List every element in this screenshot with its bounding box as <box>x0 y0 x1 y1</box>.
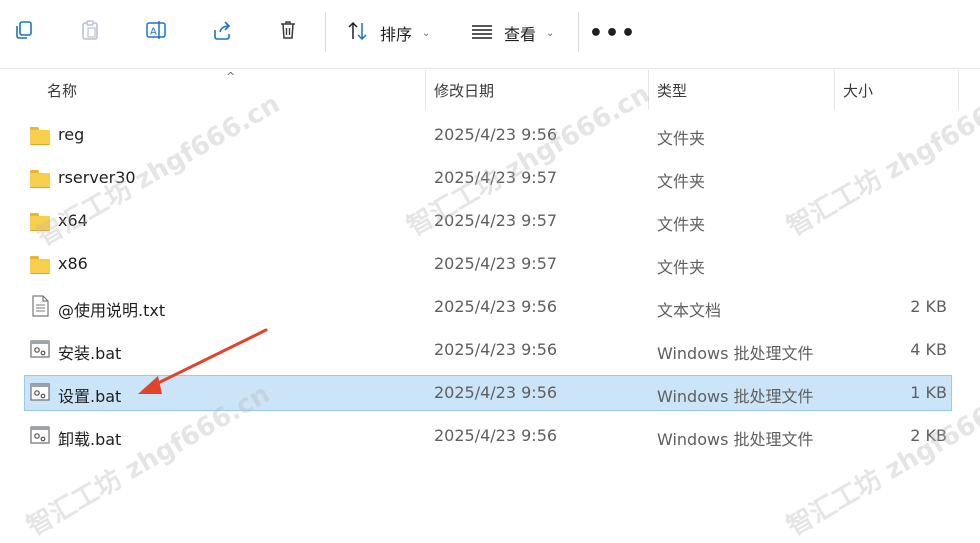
file-name: @使用说明.txt <box>58 301 166 320</box>
rename-button[interactable]: A <box>138 14 174 50</box>
file-date: 2025/4/23 9:57 <box>434 254 558 273</box>
column-size-header[interactable]: 大小 <box>843 80 873 101</box>
column-header: ^ 名称 修改日期 类型 大小 <box>0 70 980 110</box>
toolbar-divider <box>578 12 579 52</box>
file-type: Windows 批处理文件 <box>657 344 814 363</box>
column-divider[interactable] <box>648 70 649 110</box>
file-row-reg[interactable]: reg 2025/4/23 9:56 文件夹 <box>0 114 980 157</box>
column-divider[interactable] <box>425 70 426 110</box>
file-name: 安装.bat <box>58 344 122 363</box>
file-name: reg <box>58 125 85 144</box>
column-name-header[interactable]: 名称 <box>47 80 77 101</box>
file-size: 2 KB <box>910 426 947 445</box>
file-type: Windows 批处理文件 <box>657 387 814 406</box>
sort-icon <box>346 20 370 46</box>
file-date: 2025/4/23 9:57 <box>434 211 558 230</box>
share-icon <box>211 19 233 45</box>
file-size: 2 KB <box>910 297 947 316</box>
toolbar-divider <box>325 12 326 52</box>
file-name: 卸载.bat <box>58 430 122 449</box>
file-type: 文件夹 <box>657 258 706 277</box>
file-list: reg 2025/4/23 9:56 文件夹 rserver30 2025/4/… <box>0 114 980 458</box>
folder-icon <box>30 254 52 274</box>
column-divider[interactable] <box>958 70 959 110</box>
file-date: 2025/4/23 9:56 <box>434 125 558 144</box>
copy-button[interactable] <box>6 14 42 50</box>
folder-icon <box>30 211 52 231</box>
file-date: 2025/4/23 9:56 <box>434 340 558 359</box>
rename-icon: A <box>145 19 167 45</box>
batch-file-icon <box>30 424 52 444</box>
file-type: 文本文档 <box>657 301 722 320</box>
file-type: 文件夹 <box>657 215 706 234</box>
folder-icon <box>30 168 52 188</box>
file-date: 2025/4/23 9:56 <box>434 383 558 402</box>
svg-text:A: A <box>150 27 157 38</box>
file-size: 4 KB <box>910 340 947 359</box>
paste-icon <box>79 19 101 45</box>
view-list-icon <box>470 20 494 46</box>
view-label: 查看 <box>504 25 537 44</box>
sort-menu-button[interactable]: 排序 ⌄ <box>346 16 430 50</box>
file-type: Windows 批处理文件 <box>657 430 814 449</box>
file-row-uninstall-bat[interactable]: 卸载.bat 2025/4/23 9:56 Windows 批处理文件 2 KB <box>0 415 980 458</box>
file-name: 设置.bat <box>58 387 122 406</box>
file-date: 2025/4/23 9:56 <box>434 297 558 316</box>
delete-button[interactable] <box>270 14 306 50</box>
file-type: 文件夹 <box>657 129 706 148</box>
file-row-readme[interactable]: @使用说明.txt 2025/4/23 9:56 文本文档 2 KB <box>0 286 980 329</box>
file-row-x64[interactable]: x64 2025/4/23 9:57 文件夹 <box>0 200 980 243</box>
batch-file-icon <box>30 338 52 358</box>
trash-icon <box>277 19 299 45</box>
file-type: 文件夹 <box>657 172 706 191</box>
batch-file-icon <box>30 381 52 401</box>
sort-ascending-icon: ^ <box>226 70 236 83</box>
file-name: x64 <box>58 211 88 230</box>
sort-label: 排序 <box>380 25 413 44</box>
file-row-settings-bat[interactable]: 设置.bat 2025/4/23 9:56 Windows 批处理文件 1 KB <box>0 372 980 415</box>
file-size: 1 KB <box>910 383 947 402</box>
file-row-install-bat[interactable]: 安装.bat 2025/4/23 9:56 Windows 批处理文件 4 KB <box>0 329 980 372</box>
folder-icon <box>30 125 52 145</box>
file-name: rserver30 <box>58 168 136 187</box>
file-date: 2025/4/23 9:57 <box>434 168 558 187</box>
chevron-down-icon: ⌄ <box>422 27 431 39</box>
file-row-x86[interactable]: x86 2025/4/23 9:57 文件夹 <box>0 243 980 286</box>
column-divider[interactable] <box>834 70 835 110</box>
paste-button[interactable] <box>72 14 108 50</box>
view-menu-button[interactable]: 查看 ⌄ <box>470 16 554 50</box>
more-options-button[interactable]: ••• <box>589 16 635 50</box>
command-bar: A 排序 ⌄ 查看 ⌄ ••• <box>0 0 980 69</box>
copy-icon <box>13 19 35 45</box>
file-row-rserver30[interactable]: rserver30 2025/4/23 9:57 文件夹 <box>0 157 980 200</box>
text-file-icon <box>30 295 52 317</box>
chevron-down-icon: ⌄ <box>546 27 555 39</box>
file-name: x86 <box>58 254 88 273</box>
file-date: 2025/4/23 9:56 <box>434 426 558 445</box>
column-modified-header[interactable]: 修改日期 <box>434 80 494 101</box>
share-button[interactable] <box>204 14 240 50</box>
column-type-header[interactable]: 类型 <box>657 80 687 101</box>
